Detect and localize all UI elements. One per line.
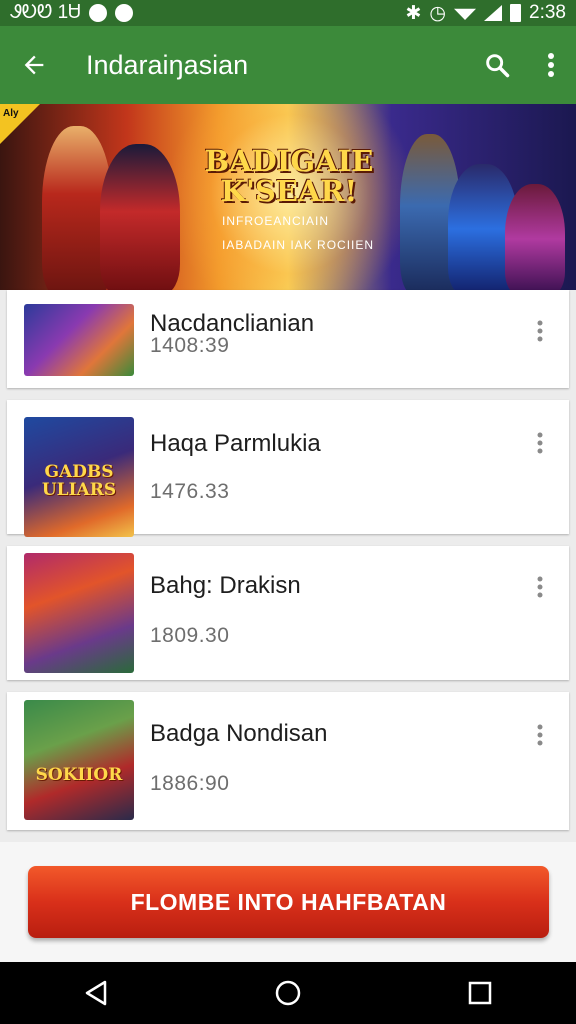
item-title: Haqa Parmlukia <box>150 430 321 457</box>
search-icon <box>486 54 510 78</box>
item-value: 1476.33 <box>150 480 230 503</box>
more-vert-icon <box>537 724 543 746</box>
banner-hero-right-3 <box>505 184 565 290</box>
primary-action-button[interactable]: FLOMBE INTO HAHFBATAN <box>28 866 549 938</box>
bluetooth-icon: ✱ <box>405 2 422 24</box>
signal-icon <box>484 5 503 21</box>
item-more-button[interactable] <box>527 426 553 460</box>
banner-title-line-2: K'SEAR! <box>220 174 358 208</box>
wifi-icon <box>454 8 477 20</box>
back-button[interactable] <box>0 26 68 104</box>
status-right: ✱ ◷ 2:38 <box>406 2 567 25</box>
status-bar: ᏭᎧᏬ 1Ꮜ ✱ ◷ 2:38 <box>0 0 576 26</box>
battery-icon <box>510 4 522 22</box>
item-more-button[interactable] <box>527 718 553 752</box>
app-bar: Indaraiŋasian <box>0 26 576 104</box>
notification-icon <box>88 4 107 22</box>
arrow-back-icon <box>24 55 44 75</box>
status-time: 2:38 <box>529 2 566 23</box>
more-vert-icon <box>537 576 543 598</box>
more-vert-icon <box>548 53 554 77</box>
system-nav-bar <box>0 962 576 1024</box>
notification-icon-2 <box>114 4 133 22</box>
nav-recents-button[interactable] <box>440 962 520 1024</box>
more-vert-icon <box>537 320 543 342</box>
item-thumbnail <box>24 553 134 673</box>
item-thumbnail <box>24 304 134 376</box>
item-thumbnail-label: SOKIIOR <box>35 765 123 785</box>
nav-home-icon <box>275 980 301 1006</box>
status-left: ᏭᎧᏬ 1Ꮜ <box>10 2 133 24</box>
list-item[interactable]: Nacdanclianian 1408:39 <box>7 290 569 388</box>
list-item[interactable]: Bahg: Drakisn 1809.30 <box>7 546 569 680</box>
banner-hero-left-2 <box>100 144 180 290</box>
banner-title: BADIGAIE K'SEAR! <box>196 146 382 206</box>
banner-subtitle-1: INFROEANCIAIN <box>222 214 330 228</box>
banner-title-line-1: BADIGAIE <box>204 144 374 178</box>
search-button[interactable] <box>468 26 526 104</box>
list-item[interactable]: SOKIIOR Badga Nondisan 1886:90 <box>7 692 569 830</box>
item-value: 1886:90 <box>150 772 230 795</box>
featured-banner[interactable]: Aly BADIGAIE K'SEAR! INFROEANCIAIN IABAD… <box>0 104 576 290</box>
page-title: Indaraiŋasian <box>86 49 249 80</box>
nav-recents-icon <box>468 981 492 1005</box>
item-value: 1809.30 <box>150 624 230 647</box>
overflow-menu-button[interactable] <box>526 26 576 104</box>
item-title: Badga Nondisan <box>150 720 328 747</box>
alarm-icon: ◷ <box>429 2 447 24</box>
nav-home-button[interactable] <box>248 962 328 1024</box>
item-thumbnail: GADBS ULIARS <box>24 417 134 537</box>
nav-back-icon <box>85 980 107 1006</box>
banner-subtitle-2: IABADAIN IAK ROCIIEN <box>222 238 375 252</box>
banner-badge: Aly <box>0 104 40 144</box>
list-item[interactable]: GADBS ULIARS Haqa Parmlukia 1476.33 <box>7 400 569 537</box>
nav-back-button[interactable] <box>56 962 136 1024</box>
item-more-button[interactable] <box>527 314 553 348</box>
item-more-button[interactable] <box>527 570 553 604</box>
item-thumbnail: SOKIIOR <box>24 700 134 820</box>
cta-area: FLOMBE INTO HAHFBATAN <box>0 842 576 962</box>
item-value: 1408:39 <box>150 334 230 357</box>
status-left-text: ᏭᎧᏬ 1Ꮜ <box>10 2 81 23</box>
more-vert-icon <box>537 432 543 454</box>
item-thumbnail-label: GADBS ULIARS <box>41 462 117 500</box>
item-title: Bahg: Drakisn <box>150 572 301 599</box>
